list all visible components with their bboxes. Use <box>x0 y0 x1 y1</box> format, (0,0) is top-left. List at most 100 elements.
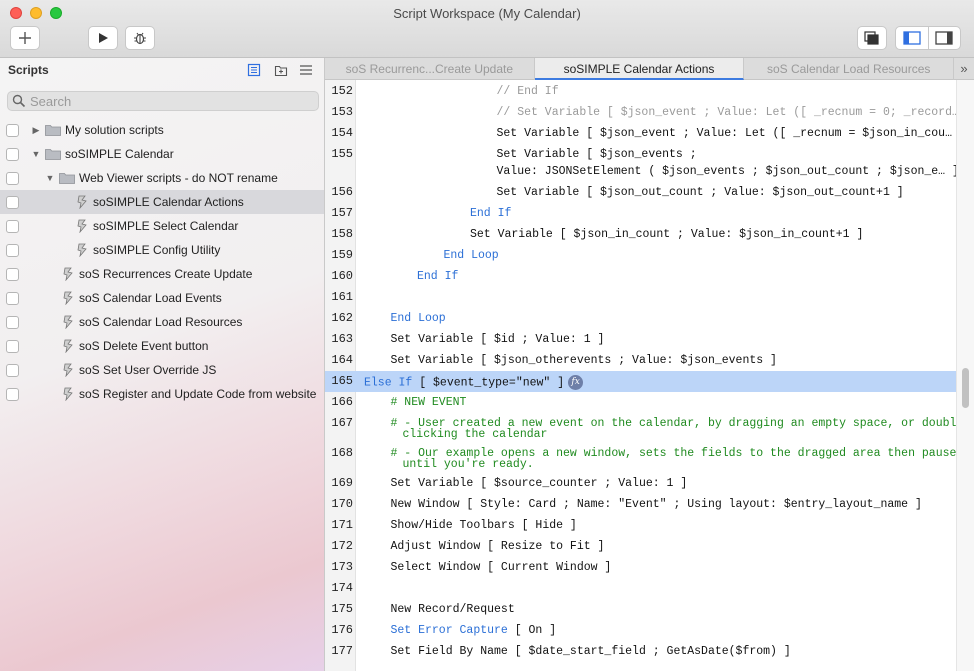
run-script-button[interactable] <box>88 26 118 50</box>
script-step-line[interactable]: 167 # - User created a new event on the c… <box>325 413 956 443</box>
disclosure-right-icon[interactable]: ▶ <box>31 125 41 136</box>
include-in-menu-checkbox[interactable] <box>6 387 19 401</box>
list-menu-icon[interactable] <box>299 63 313 77</box>
include-in-menu-checkbox[interactable] <box>6 315 19 329</box>
include-in-menu-checkbox[interactable] <box>6 123 19 137</box>
script-step-line[interactable]: 166 # NEW EVENT <box>325 392 956 413</box>
include-in-menu-checkbox[interactable] <box>6 339 19 353</box>
script-step-line[interactable]: 177 Set Field By Name [ $date_start_field… <box>325 641 956 662</box>
script-step-line[interactable]: 175 New Record/Request <box>325 599 956 620</box>
script-step-line[interactable]: 153 // Set Variable [ $json_event ; Value… <box>325 102 956 123</box>
toggle-right-panel-button[interactable] <box>927 27 961 49</box>
script-list-item[interactable]: soSIMPLE Calendar Actions <box>0 190 324 214</box>
script-icon <box>63 339 73 353</box>
debug-script-button[interactable] <box>125 26 155 50</box>
include-in-menu-checkbox[interactable] <box>6 219 19 233</box>
script-step-line[interactable]: 165 Else If [ $event_type="new" ] fx <box>325 371 956 392</box>
script-list-item-label: My solution scripts <box>65 123 164 137</box>
tab-script[interactable]: soS Recurrenc...Create Update <box>325 58 535 80</box>
calculation-edit-icon[interactable]: fx <box>568 375 584 390</box>
script-step-text: Else If [ $event_type="new" ] fx <box>364 375 584 390</box>
script-step-text: Select Window [ Current Window ] <box>391 561 612 574</box>
include-in-menu-checkbox[interactable] <box>6 147 19 161</box>
script-list-item[interactable]: ▼ Web Viewer scripts - do NOT rename <box>0 166 324 190</box>
editor-vertical-scrollbar[interactable] <box>956 80 974 671</box>
script-step-text: End Loop <box>391 312 446 325</box>
script-step-line[interactable]: 176 Set Error Capture [ On ] <box>325 620 956 641</box>
script-step-line[interactable]: 169 Set Variable [ $source_counter ; Valu… <box>325 473 956 494</box>
script-step-line[interactable]: 171 Show/Hide Toolbars [ Hide ] <box>325 515 956 536</box>
script-step-line[interactable]: 164 Set Variable [ $json_otherevents ; Va… <box>325 350 956 371</box>
include-in-menu-checkbox[interactable] <box>6 171 19 185</box>
script-list-item-label: soS Calendar Load Resources <box>79 315 243 329</box>
line-number: 155 <box>331 147 353 161</box>
include-in-menu-checkbox[interactable] <box>6 291 19 305</box>
script-step-line[interactable]: 154 Set Variable [ $json_event ; Value: L… <box>325 123 956 144</box>
script-step-text: End If <box>417 270 458 283</box>
disclosure-down-icon[interactable]: ▼ <box>31 149 41 159</box>
script-step-text: // Set Variable [ $json_event ; Value: L… <box>497 106 957 119</box>
script-step-line[interactable]: 155 Set Variable [ $json_events ; Value: J… <box>325 144 956 182</box>
script-step-line[interactable]: 173 Select Window [ Current Window ] <box>325 557 956 578</box>
line-number: 156 <box>331 185 353 199</box>
script-list-item[interactable]: soSIMPLE Select Calendar <box>0 214 324 238</box>
search-input[interactable] <box>30 93 315 109</box>
script-step-text: Set Variable [ $json_events ; <box>497 148 697 161</box>
script-step-line[interactable]: 162 End Loop <box>325 308 956 329</box>
script-list-item[interactable]: ▼ soSIMPLE Calendar <box>0 142 324 166</box>
script-icon <box>77 219 87 233</box>
scrollbar-thumb[interactable] <box>962 368 969 408</box>
script-step-text: Set Variable [ $json_out_count ; Value: … <box>497 186 904 199</box>
script-step-line[interactable]: 152 // End If <box>325 81 956 102</box>
window-title: Script Workspace (My Calendar) <box>393 6 581 21</box>
script-step-line[interactable]: 163 Set Variable [ $id ; Value: 1 ] <box>325 329 956 350</box>
new-script-list-icon[interactable] <box>247 63 261 77</box>
line-number: 163 <box>331 332 353 346</box>
script-list-item-label: soS Calendar Load Events <box>79 291 222 305</box>
script-step-token: New Record/Request <box>390 603 515 616</box>
script-step-line[interactable]: 172 Adjust Window [ Resize to Fit ] <box>325 536 956 557</box>
script-list-item[interactable]: ▶ My solution scripts <box>0 118 324 142</box>
script-list-item[interactable]: soS Delete Event button <box>0 334 324 358</box>
tabs-overflow-button[interactable]: » <box>954 58 974 79</box>
script-step-line[interactable]: 160 End If <box>325 266 956 287</box>
script-list-item[interactable]: soS Register and Update Code from websit… <box>0 382 324 406</box>
script-list-item[interactable]: soS Calendar Load Resources <box>0 310 324 334</box>
script-step-line[interactable]: 157 End If <box>325 203 956 224</box>
script-step-token: Else If <box>364 376 413 390</box>
line-number: 158 <box>331 227 353 241</box>
new-script-button[interactable] <box>10 26 40 50</box>
script-list-item-label: soSIMPLE Calendar <box>65 147 174 161</box>
script-step-line[interactable]: 158 Set Variable [ $json_in_count ; Value… <box>325 224 956 245</box>
include-in-menu-checkbox[interactable] <box>6 195 19 209</box>
script-step-token: End Loop <box>443 249 499 262</box>
disclosure-down-icon[interactable]: ▼ <box>45 173 55 183</box>
search-field[interactable] <box>7 91 319 111</box>
script-list-item[interactable]: soS Set User Override JS <box>0 358 324 382</box>
include-in-menu-checkbox[interactable] <box>6 243 19 257</box>
script-step-token: Set Variable [ $id ; Value: 1 ] <box>390 333 605 346</box>
script-list-item[interactable]: soSIMPLE Config Utility <box>0 238 324 262</box>
tab-script[interactable]: soSIMPLE Calendar Actions <box>534 58 745 80</box>
folder-icon <box>45 149 61 160</box>
script-list-item[interactable]: soS Recurrences Create Update <box>0 262 324 286</box>
windows-button[interactable] <box>857 26 887 50</box>
new-folder-icon[interactable] <box>274 63 288 77</box>
script-step-line[interactable]: 168 # - Our example opens a new window, s… <box>325 443 956 473</box>
tab-script[interactable]: soS Calendar Load Resources <box>744 58 955 80</box>
include-in-menu-checkbox[interactable] <box>6 267 19 281</box>
script-step-token: Set Variable [ $source_counter ; Value: … <box>390 477 688 490</box>
script-step-text: Set Field By Name [ $date_start_field ; … <box>391 645 791 658</box>
script-step-line[interactable]: 156 Set Variable [ $json_out_count ; Valu… <box>325 182 956 203</box>
script-tabs: soS Recurrenc...Create Update soSIMPLE Ca… <box>325 58 974 80</box>
script-list-item[interactable]: soS Calendar Load Events <box>0 286 324 310</box>
script-editor[interactable]: 152 // End If 153 // Set Variable [ $json_e… <box>325 80 956 671</box>
script-step-line[interactable]: 161 <box>325 287 956 308</box>
script-step-line[interactable]: 159 End Loop <box>325 245 956 266</box>
script-step-line[interactable]: 170 New Window [ Style: Card ; Name: "Eve… <box>325 494 956 515</box>
script-step-continuation: clicking the calendar <box>402 428 548 441</box>
script-step-line[interactable]: 174 <box>325 578 956 599</box>
include-in-menu-checkbox[interactable] <box>6 363 19 377</box>
script-step-token: Select Window [ Current Window ] <box>390 561 612 574</box>
toggle-left-panel-button[interactable] <box>896 27 928 49</box>
